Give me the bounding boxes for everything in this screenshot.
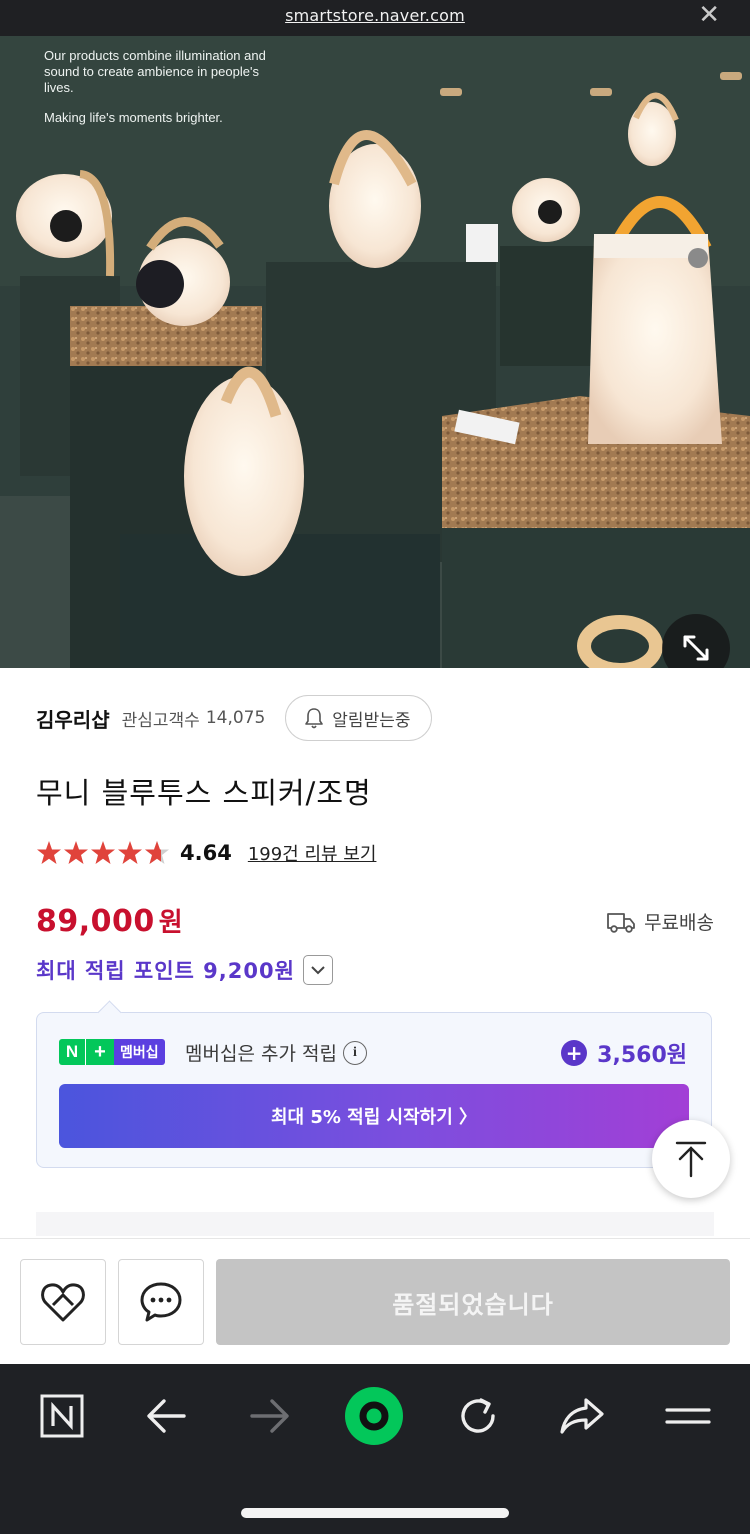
follower-count: 14,075: [205, 708, 266, 728]
membership-text: 멤버십은 추가 적립: [185, 1043, 337, 1065]
shipping-label: 무료배송: [644, 912, 714, 934]
hamburger-menu-icon: [665, 1408, 711, 1424]
badge-plus: +: [85, 1039, 114, 1065]
membership-points-value: 3,560원: [597, 1043, 687, 1068]
menu-button[interactable]: [658, 1386, 718, 1446]
arrow-right-icon: [250, 1399, 289, 1433]
max-points-label: 최대 적립 포인트 9,200원: [36, 959, 295, 983]
url-text[interactable]: smartstore.naver.com: [0, 6, 750, 25]
store-info-row: 김우리샵 관심고객수 14,075 알림받는중: [36, 694, 432, 742]
refresh-icon: [461, 1398, 495, 1433]
refresh-button[interactable]: [448, 1386, 508, 1446]
rating-stars: [36, 840, 172, 866]
plus-icon: +: [561, 1040, 588, 1066]
membership-text-row: 멤버십은 추가 적립 i: [185, 1039, 367, 1066]
price-currency: 원: [158, 908, 184, 938]
review-link[interactable]: 199건 리뷰 보기: [248, 840, 377, 866]
hero-caption: Our products combine illumination and so…: [44, 48, 284, 140]
max-points-row[interactable]: 최대 적립 포인트 9,200원: [36, 955, 333, 985]
naver-green-dot-icon: [345, 1387, 403, 1445]
expand-icon: [683, 635, 709, 661]
home-indicator[interactable]: [241, 1508, 509, 1518]
share-button[interactable]: [552, 1386, 612, 1446]
rating-score: 4.64: [180, 841, 232, 865]
badge-label: 멤버십: [114, 1039, 165, 1065]
membership-box: N + 멤버십 멤버십은 추가 적립 i + 3,560원 최대 5% 적립 시…: [36, 1012, 712, 1168]
naver-n-icon: [40, 1394, 84, 1438]
arrow-left-icon: [147, 1399, 186, 1433]
purchase-action-bar: 품절되었습니다: [0, 1238, 750, 1365]
hero-caption-line1: Our products combine illumination and so…: [44, 48, 266, 95]
talk-button[interactable]: [118, 1259, 204, 1345]
scroll-top-button[interactable]: [652, 1120, 730, 1198]
product-title: 무니 블루투스 스피커/조명: [36, 776, 372, 810]
green-dot-button[interactable]: [344, 1386, 404, 1446]
badge-n: N: [59, 1039, 85, 1065]
hero-caption-line2: Making life's moments brighter.: [44, 110, 223, 125]
naver-plus-membership-badge: N + 멤버십: [59, 1039, 165, 1065]
section-divider: [36, 1212, 714, 1236]
alarm-button[interactable]: 알림받는중: [285, 695, 432, 741]
star-rating-icon: [37, 841, 169, 864]
browser-url-bar: smartstore.naver.com ✕: [0, 0, 750, 36]
soldout-button[interactable]: 품절되었습니다: [216, 1259, 730, 1345]
truck-icon: [607, 912, 635, 933]
price-value: 89,000: [36, 904, 155, 939]
follower-label: 관심고객수: [121, 710, 200, 731]
arrow-up-icon: [675, 1141, 707, 1178]
chat-bubble-icon: [140, 1282, 182, 1322]
rating-row: 4.64 199건 리뷰 보기: [36, 840, 376, 866]
browser-nav-bar: [0, 1364, 750, 1534]
wishlist-button[interactable]: [20, 1259, 106, 1345]
store-name[interactable]: 김우리샵: [36, 704, 110, 733]
membership-start-button[interactable]: 최대 5% 적립 시작하기 〉: [59, 1084, 689, 1148]
alarm-label: 알림받는중: [332, 710, 411, 731]
bell-icon: [305, 708, 324, 729]
share-arrow-icon: [560, 1398, 604, 1434]
membership-extra-points: + 3,560원: [561, 1037, 687, 1069]
naver-home-button[interactable]: [32, 1386, 92, 1446]
price: 89,000 원: [36, 902, 183, 939]
product-image[interactable]: Our products combine illumination and so…: [0, 36, 750, 668]
close-icon[interactable]: ✕: [698, 2, 720, 28]
chevron-down-icon[interactable]: [302, 955, 333, 985]
heart-icon: [41, 1283, 85, 1322]
back-button[interactable]: [136, 1386, 196, 1446]
info-icon[interactable]: i: [342, 1040, 367, 1065]
forward-button[interactable]: [240, 1386, 300, 1446]
shipping-info: 무료배송: [606, 908, 714, 935]
